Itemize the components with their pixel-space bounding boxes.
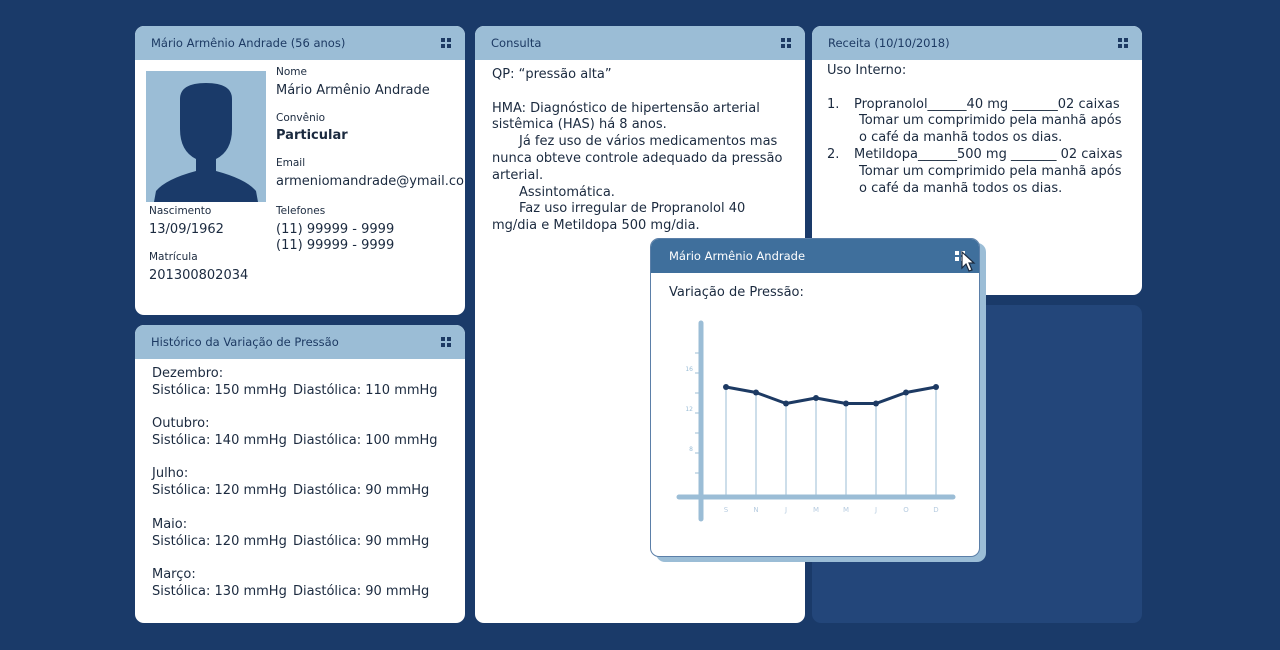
history-diastolic: Diastólica: 90 mmHg [293, 584, 430, 599]
patient-card: Mário Armênio Andrade (56 anos) Nome Már… [135, 26, 465, 315]
history-systolic: Sistólica: 120 mmHg [152, 483, 287, 498]
data-point [783, 400, 789, 407]
history-diastolic: Diastólica: 110 mmHg [293, 383, 438, 398]
chief-complaint: QP: “pressão alta” [492, 67, 612, 82]
y-tick-label: 12 [685, 406, 693, 413]
cursor-icon [961, 251, 976, 272]
patient-photo [146, 71, 266, 202]
phone-value-1: (11) 99999 - 9999 [276, 222, 395, 237]
grid-menu-icon[interactable] [441, 38, 451, 48]
history-month: Julho: [152, 466, 189, 481]
consultation-notes: QP: “pressão alta” HMA: Diagnóstico de h… [492, 67, 790, 235]
grid-menu-icon[interactable] [781, 38, 791, 48]
registration-label: Matrícula [149, 251, 198, 263]
series-line [725, 385, 937, 405]
history-diastolic: Diastólica: 100 mmHg [293, 433, 438, 448]
notes-paragraph: Já fez uso de vários medicamentos mas nu… [492, 134, 783, 183]
prescription-body: Uso Interno: 1. Propranolol______40 mg _… [827, 63, 1132, 197]
data-point [753, 389, 759, 396]
history-month: Março: [152, 567, 196, 582]
data-point [873, 400, 879, 407]
x-tick-label: M [843, 506, 849, 514]
consult-card-header: Consulta [475, 26, 805, 60]
history-card-header: Histórico da Variação de Pressão [135, 325, 465, 359]
history-month: Outubro: [152, 416, 210, 431]
x-tick-label: S [724, 506, 729, 514]
item-number: 1. [827, 96, 840, 112]
prescription-item: 2. Metildopa______500 mg _______ 02 caix… [827, 147, 1132, 164]
email-label: Email [276, 157, 306, 169]
phone-value-2: (11) 99999 - 9999 [276, 238, 395, 253]
notes-paragraph: Faz uso irregular de Propranolol 40 mg/d… [492, 201, 746, 234]
popup-header[interactable]: Mário Armênio Andrade [651, 239, 979, 273]
drug-instructions: Tomar um comprimido pela manhã após o ca… [859, 113, 1122, 146]
history-systolic: Sistólica: 140 mmHg [152, 433, 287, 448]
insurance-value: Particular [276, 128, 348, 143]
x-tick-label: J [874, 506, 877, 514]
birth-label: Nascimento [149, 205, 212, 217]
history-diastolic: Diastólica: 90 mmHg [293, 534, 430, 549]
item-number: 2. [827, 146, 840, 162]
data-point [843, 400, 849, 407]
name-label: Nome [276, 66, 307, 78]
history-systolic: Sistólica: 120 mmHg [152, 534, 287, 549]
registration-value: 201300802034 [149, 268, 249, 283]
x-tick-label: O [903, 506, 909, 514]
x-tick-label: J [784, 506, 787, 514]
consult-card-title: Consulta [491, 36, 542, 50]
y-tick-label: 16 [685, 366, 693, 373]
notes-paragraph: Assintomática. [519, 184, 615, 200]
x-tick-label: N [753, 506, 758, 514]
patient-card-header: Mário Armênio Andrade (56 anos) [135, 26, 465, 60]
patient-card-title: Mário Armênio Andrade (56 anos) [151, 36, 346, 50]
usage-label: Uso Interno: [827, 63, 907, 78]
x-tick-label: M [813, 506, 819, 514]
person-silhouette-icon [154, 83, 258, 202]
insurance-label: Convênio [276, 112, 326, 124]
pressure-history-card: Histórico da Variação de Pressão Dezembr… [135, 325, 465, 623]
popup-title-bar: Mário Armênio Andrade [669, 249, 806, 263]
history-systolic: Sistólica: 150 mmHg [152, 383, 287, 398]
data-point [813, 395, 819, 401]
pressure-chart-popup[interactable]: Mário Armênio Andrade Variação de Pressã… [650, 238, 980, 557]
history-month: Maio: [152, 517, 188, 532]
birth-value: 13/09/1962 [149, 222, 224, 237]
history-systolic: Sistólica: 130 mmHg [152, 584, 287, 599]
data-point [723, 384, 729, 390]
name-value: Mário Armênio Andrade [276, 83, 430, 98]
pressure-line-chart: 16 12 8 S N J M M J O D [676, 320, 956, 522]
chart-title: Variação de Pressão: [669, 285, 804, 300]
drug-line: Propranolol______40 mg _______02 caixas [854, 96, 1120, 112]
drug-instructions: Tomar um comprimido pela manhã após o ca… [859, 163, 1122, 196]
phone-label: Telefones [276, 205, 326, 217]
rx-card-title: Receita (10/10/2018) [828, 36, 950, 50]
history-card-title: Histórico da Variação de Pressão [151, 335, 339, 349]
history-present-illness: HMA: Diagnóstico de hipertensão arterial… [492, 100, 760, 133]
prescription-item: 1. Propranolol______40 mg _______02 caix… [827, 97, 1132, 114]
drug-line: Metildopa______500 mg _______ 02 caixas [854, 146, 1123, 162]
y-tick-label: 8 [689, 446, 693, 453]
data-point [903, 389, 909, 396]
history-month: Dezembro: [152, 366, 224, 381]
history-diastolic: Diastólica: 90 mmHg [293, 483, 430, 498]
x-tick-label: D [933, 506, 938, 514]
rx-card-header: Receita (10/10/2018) [812, 26, 1142, 60]
grid-menu-icon[interactable] [441, 337, 451, 347]
grid-menu-icon[interactable] [1118, 38, 1128, 48]
email-value: armeniomandrade@ymail.com [276, 174, 465, 189]
data-point [933, 384, 939, 390]
